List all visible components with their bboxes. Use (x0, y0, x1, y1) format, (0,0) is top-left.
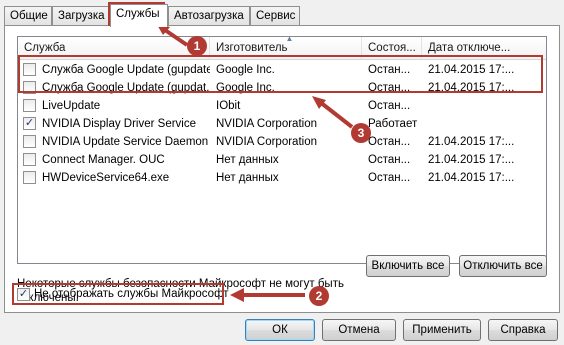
table-row[interactable]: HWDeviceService64.exe Нет данных Остан... 2… (18, 169, 546, 187)
row-service: NVIDIA Update Service Daemon (42, 136, 209, 148)
row-status: Остан... (368, 136, 411, 148)
row-disabled-date: 21.04.2015 17:... (428, 172, 515, 184)
row-service: HWDeviceService64.exe (42, 172, 170, 184)
row-manufacturer: NVIDIA Corporation (216, 136, 317, 148)
annotation-badge-3: 3 (351, 123, 371, 143)
sort-ascending-icon: ▲ (285, 37, 294, 43)
row-manufacturer: NVIDIA Corporation (216, 118, 317, 130)
column-label: Дата отключе... (428, 42, 511, 54)
table-row[interactable]: LiveUpdate IObit Остан... (18, 97, 546, 115)
row-service: LiveUpdate (42, 100, 101, 112)
row-disabled-date: 21.04.2015 17:... (428, 136, 515, 148)
cancel-button[interactable]: Отмена (322, 319, 396, 341)
column-label: Изготовитель (216, 42, 288, 54)
disable-all-button[interactable]: Отключить все (459, 255, 547, 277)
table-row[interactable]: ✓ NVIDIA Display Driver Service NVIDIA Cor… (18, 115, 546, 133)
annotation-badge-2: 2 (309, 286, 329, 306)
highlight-hide-ms-checkbox (12, 283, 224, 305)
tab-services[interactable]: Службы (110, 4, 168, 27)
table-row[interactable]: NVIDIA Update Service Daemon NVIDIA Corpo… (18, 133, 546, 151)
apply-button[interactable]: Применить (403, 319, 481, 341)
tab-tools[interactable]: Сервис (250, 6, 300, 25)
help-button[interactable]: Справка (488, 319, 558, 341)
row-status: Работает (368, 118, 418, 130)
row-manufacturer: Нет данных (216, 172, 279, 184)
row-status: Остан... (368, 154, 411, 166)
tab-startup[interactable]: Автозагрузка (168, 6, 250, 25)
row-manufacturer: IObit (216, 100, 241, 112)
column-label: Служба (24, 42, 66, 54)
table-row[interactable]: Connect Manager. OUC Нет данных Остан... 21… (18, 151, 546, 169)
row-disabled-date: 21.04.2015 17:... (428, 154, 515, 166)
tab-general[interactable]: Общие (4, 6, 52, 25)
row-service: NVIDIA Display Driver Service (42, 118, 197, 130)
row-manufacturer: Нет данных (216, 154, 279, 166)
highlight-google-rows (18, 55, 543, 93)
row-status: Остан... (368, 172, 411, 184)
column-label: Состоя... (368, 42, 416, 54)
row-disabled-date (422, 115, 546, 133)
ok-button[interactable]: ОК (245, 319, 315, 341)
tab-boot[interactable]: Загрузка (52, 6, 110, 25)
annotation-badge-1: 1 (187, 36, 207, 56)
enable-all-button[interactable]: Включить все (366, 255, 450, 277)
row-disabled-date (422, 97, 546, 115)
row-service: Connect Manager. OUC (42, 154, 165, 166)
row-status: Остан... (368, 100, 411, 112)
